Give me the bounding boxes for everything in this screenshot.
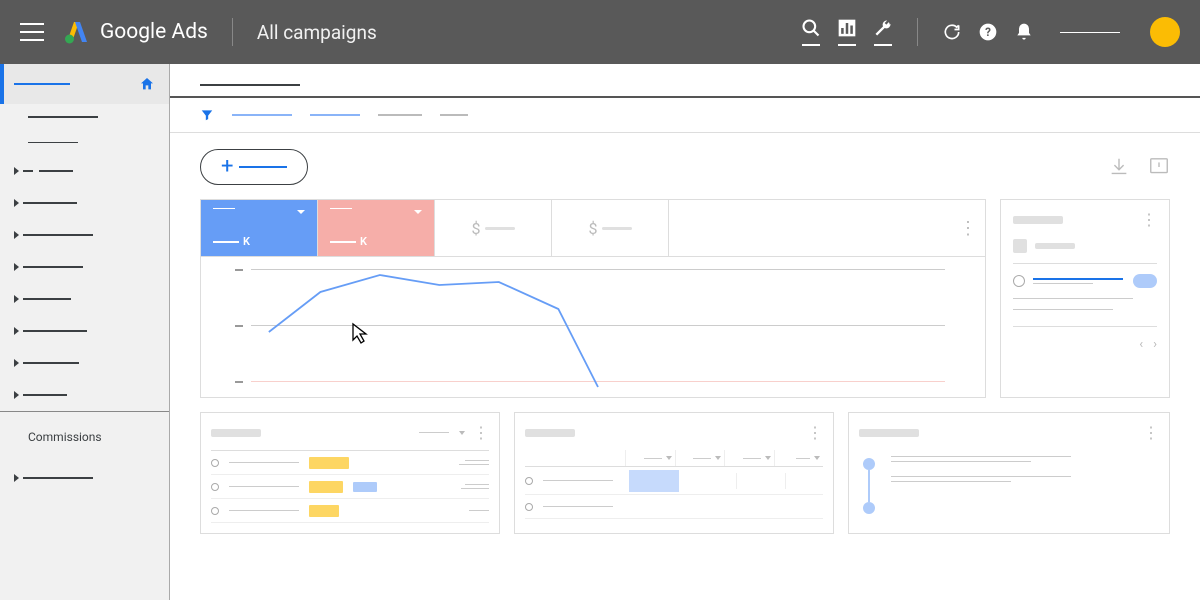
svg-text:?: ? bbox=[985, 25, 991, 39]
profile-avatar[interactable] bbox=[1150, 17, 1180, 47]
sidebar: Commissions bbox=[0, 64, 170, 600]
sidebar-item-9[interactable] bbox=[0, 315, 169, 347]
page-title bbox=[170, 64, 1200, 96]
google-ads-logo-icon bbox=[64, 20, 90, 44]
refresh-button[interactable] bbox=[942, 22, 962, 42]
metric-1-unit: K bbox=[243, 235, 250, 248]
header-actions: ? bbox=[801, 17, 1180, 47]
timeline-icon bbox=[859, 456, 879, 516]
sidebar-item-10[interactable] bbox=[0, 347, 169, 379]
table-row[interactable] bbox=[525, 495, 823, 519]
currency-icon: $ bbox=[472, 219, 481, 238]
metric-2-unit: K bbox=[360, 235, 367, 248]
toggle-pill[interactable] bbox=[1133, 274, 1157, 288]
metric-tab-3[interactable]: $ bbox=[435, 200, 552, 256]
filter-chip-1[interactable] bbox=[232, 114, 292, 116]
metric-tab-2[interactable]: K bbox=[318, 200, 435, 256]
chevron-down-icon bbox=[297, 210, 305, 214]
card-more-button[interactable]: ⋮ bbox=[473, 423, 489, 442]
table-row[interactable] bbox=[211, 499, 489, 523]
home-icon bbox=[139, 76, 155, 92]
sidebar-item-3[interactable] bbox=[0, 130, 169, 156]
scope-label[interactable]: All campaigns bbox=[257, 21, 377, 44]
filter-bar bbox=[170, 96, 1200, 133]
menu-button[interactable] bbox=[20, 23, 44, 41]
summary-card-2: ⋮ bbox=[514, 412, 834, 534]
sidebar-section-commissions: Commissions bbox=[0, 412, 169, 462]
table-row[interactable] bbox=[525, 467, 823, 495]
notifications-button[interactable] bbox=[1014, 22, 1034, 42]
metric-tab-4[interactable]: $ bbox=[552, 200, 669, 256]
app-header: Google Ads All campaigns bbox=[0, 0, 1200, 64]
optimization-card: ⋮ bbox=[1000, 199, 1170, 398]
sidebar-item-7[interactable] bbox=[0, 251, 169, 283]
add-button[interactable]: + bbox=[200, 149, 308, 185]
product-name: Google Ads bbox=[100, 20, 208, 44]
currency-icon: $ bbox=[589, 219, 598, 238]
feedback-icon[interactable] bbox=[1148, 156, 1170, 178]
filter-chip-4[interactable] bbox=[440, 114, 468, 116]
card-more-button[interactable]: ⋮ bbox=[807, 423, 823, 442]
filter-chip-2[interactable] bbox=[310, 114, 360, 116]
metric-selector: K K $ $ bbox=[201, 200, 985, 257]
bar-chart-icon bbox=[837, 18, 857, 38]
prev-button[interactable]: ‹ bbox=[1139, 337, 1143, 352]
cursor-icon bbox=[351, 322, 371, 344]
download-icon[interactable] bbox=[1108, 156, 1130, 178]
header-divider bbox=[232, 18, 233, 46]
chart-more-button[interactable]: ⋮ bbox=[951, 210, 985, 247]
search-icon bbox=[801, 18, 821, 38]
card-more-button[interactable]: ⋮ bbox=[1141, 210, 1157, 229]
logo-group[interactable]: Google Ads bbox=[64, 20, 208, 44]
metric-tab-1[interactable]: K bbox=[201, 200, 318, 256]
main-content: + K bbox=[170, 64, 1200, 600]
summary-card-3: ⋮ bbox=[848, 412, 1170, 534]
tools-button[interactable] bbox=[873, 18, 893, 46]
sidebar-item-5[interactable] bbox=[0, 187, 169, 219]
account-placeholder[interactable] bbox=[1060, 32, 1120, 33]
search-button[interactable] bbox=[801, 18, 821, 46]
sidebar-item-commissions-1[interactable] bbox=[0, 462, 169, 494]
filter-chip-3[interactable] bbox=[378, 114, 422, 116]
performance-chart-card: K K $ $ bbox=[200, 199, 986, 398]
sidebar-item-6[interactable] bbox=[0, 219, 169, 251]
reports-button[interactable] bbox=[837, 18, 857, 46]
next-button[interactable]: › bbox=[1153, 337, 1157, 352]
sidebar-item-overview[interactable] bbox=[0, 64, 169, 104]
help-button[interactable]: ? bbox=[978, 22, 998, 42]
wrench-icon bbox=[873, 18, 893, 38]
toolbar: + bbox=[200, 149, 1170, 185]
radio-icon[interactable] bbox=[1013, 275, 1025, 287]
plus-icon: + bbox=[221, 158, 233, 176]
card-more-button[interactable]: ⋮ bbox=[1143, 423, 1159, 442]
summary-card-1: ⋮ bbox=[200, 412, 500, 534]
table-row[interactable] bbox=[211, 475, 489, 499]
chevron-down-icon[interactable] bbox=[459, 431, 465, 435]
sidebar-item-2[interactable] bbox=[0, 104, 169, 130]
chevron-down-icon bbox=[414, 210, 422, 214]
sidebar-item-8[interactable] bbox=[0, 283, 169, 315]
sidebar-item-11[interactable] bbox=[0, 379, 169, 411]
filter-icon[interactable] bbox=[200, 108, 214, 122]
line-chart bbox=[201, 257, 985, 397]
table-row[interactable] bbox=[211, 451, 489, 475]
sidebar-item-4[interactable] bbox=[0, 155, 169, 187]
